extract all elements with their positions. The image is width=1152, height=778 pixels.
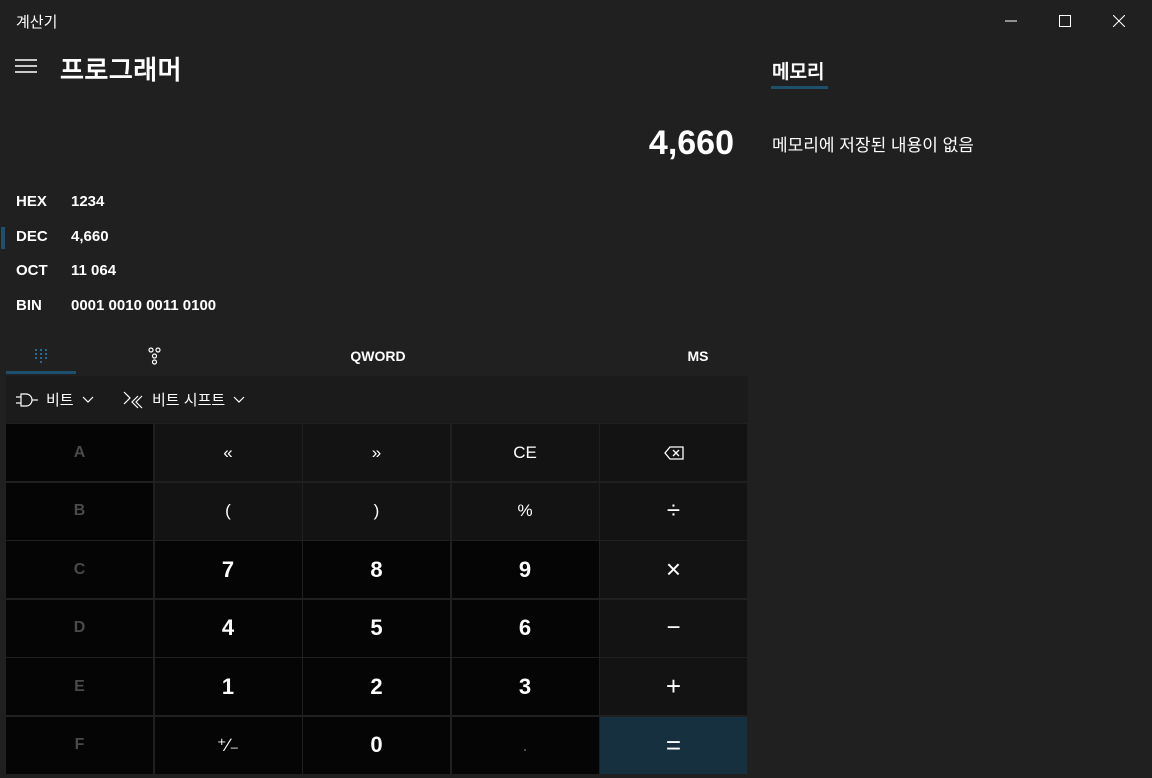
chevron-down-icon — [82, 396, 94, 403]
bitshift-label: 비트 시프트 — [152, 392, 226, 409]
radix-label: DEC — [16, 228, 48, 245]
key-open-paren[interactable]: ( — [154, 482, 302, 540]
mode-title: 프로그래머 — [60, 55, 183, 85]
word-size-button[interactable]: QWORD — [300, 338, 456, 374]
tab-full-keypad[interactable] — [6, 338, 76, 374]
backspace-icon — [663, 445, 684, 460]
close-icon — [1113, 15, 1125, 27]
multiply-icon: × — [665, 554, 682, 584]
bitshift-icon — [123, 391, 143, 408]
key-9[interactable]: 9 — [451, 541, 599, 598]
key-subtract[interactable]: − — [600, 599, 747, 657]
key-8[interactable]: 8 — [303, 541, 450, 598]
radix-label: OCT — [16, 262, 48, 279]
key-1[interactable]: 1 — [154, 658, 302, 715]
navigation-menu-button[interactable] — [14, 56, 38, 76]
key-backspace[interactable] — [600, 424, 747, 481]
key-divide[interactable]: ÷ — [600, 482, 747, 540]
bitwise-label: 비트 — [46, 392, 74, 409]
key-f[interactable]: F — [6, 716, 153, 774]
key-b[interactable]: B — [6, 482, 153, 540]
key-left-shift[interactable]: « — [154, 424, 302, 481]
equals-icon: = — [665, 729, 682, 760]
memory-store-button[interactable]: MS — [650, 338, 746, 374]
title-bar: 계산기 — [0, 0, 1152, 42]
key-clear-entry[interactable]: CE — [451, 424, 599, 481]
radix-label: BIN — [16, 297, 42, 314]
memory-tab[interactable]: 메모리 — [772, 57, 824, 84]
bit-toggle-icon — [148, 347, 161, 365]
key-add[interactable]: + — [600, 658, 747, 715]
key-negate[interactable]: ⁺∕₋ — [154, 716, 302, 774]
key-percent[interactable]: % — [451, 482, 599, 540]
radix-selection-indicator — [1, 227, 5, 249]
logic-gate-icon — [16, 392, 38, 407]
minimize-button[interactable] — [988, 0, 1034, 42]
keypad-icon — [35, 349, 47, 363]
radix-value: 1234 — [71, 193, 105, 210]
key-6[interactable]: 6 — [451, 599, 599, 657]
keypad: A « » CE B ( ) % ÷ C 7 8 9 × D 4 5 6 − E… — [6, 424, 748, 774]
key-multiply[interactable]: × — [600, 541, 747, 598]
radix-value: 0001 0010 0011 0100 — [71, 297, 217, 314]
maximize-icon — [1059, 15, 1071, 27]
plus-icon: + — [665, 671, 682, 701]
minimize-icon — [1005, 20, 1017, 22]
key-a[interactable]: A — [6, 424, 153, 481]
minus-icon: − — [666, 614, 681, 641]
key-close-paren[interactable]: ) — [303, 482, 450, 540]
key-equals[interactable]: = — [600, 716, 747, 774]
tab-selection-indicator — [6, 371, 76, 374]
memory-tab-indicator — [771, 86, 828, 89]
bitshift-dropdown[interactable]: 비트 시프트 — [122, 376, 245, 423]
display-value: 4,660 — [648, 124, 734, 162]
radix-oct[interactable]: OCT 11 064 — [0, 254, 360, 288]
key-2[interactable]: 2 — [303, 658, 450, 715]
calculator-window: 계산기 프로그래머 4,660 HEX 1234 DEC 4,660 OCT 1… — [0, 0, 1152, 778]
key-c[interactable]: C — [6, 541, 153, 598]
key-0[interactable]: 0 — [303, 716, 450, 774]
key-4[interactable]: 4 — [154, 599, 302, 657]
key-3[interactable]: 3 — [451, 658, 599, 715]
key-decimal[interactable]: . — [451, 716, 599, 774]
radix-hex[interactable]: HEX 1234 — [0, 185, 360, 219]
radix-label: HEX — [16, 193, 47, 210]
radix-value: 4,660 — [71, 228, 109, 245]
divide-icon: ÷ — [666, 497, 681, 524]
bitwise-toolbar: 비트 비트 시프트 — [6, 376, 748, 423]
memory-empty-message: 메모리에 저장된 내용이 없음 — [772, 136, 974, 155]
app-title: 계산기 — [16, 14, 58, 31]
key-5[interactable]: 5 — [303, 599, 450, 657]
key-e[interactable]: E — [6, 658, 153, 715]
maximize-button[interactable] — [1042, 0, 1088, 42]
radix-value: 11 064 — [71, 262, 117, 279]
radix-bin[interactable]: BIN 0001 0010 0011 0100 — [0, 289, 360, 323]
chevron-down-icon — [233, 396, 245, 403]
radix-dec[interactable]: DEC 4,660 — [0, 220, 360, 254]
key-d[interactable]: D — [6, 599, 153, 657]
key-7[interactable]: 7 — [154, 541, 302, 598]
bitwise-dropdown[interactable]: 비트 — [16, 376, 94, 423]
close-button[interactable] — [1096, 0, 1142, 42]
hamburger-icon — [15, 59, 37, 73]
key-right-shift[interactable]: » — [303, 424, 450, 481]
tab-bit-toggle-keypad[interactable] — [120, 338, 190, 374]
